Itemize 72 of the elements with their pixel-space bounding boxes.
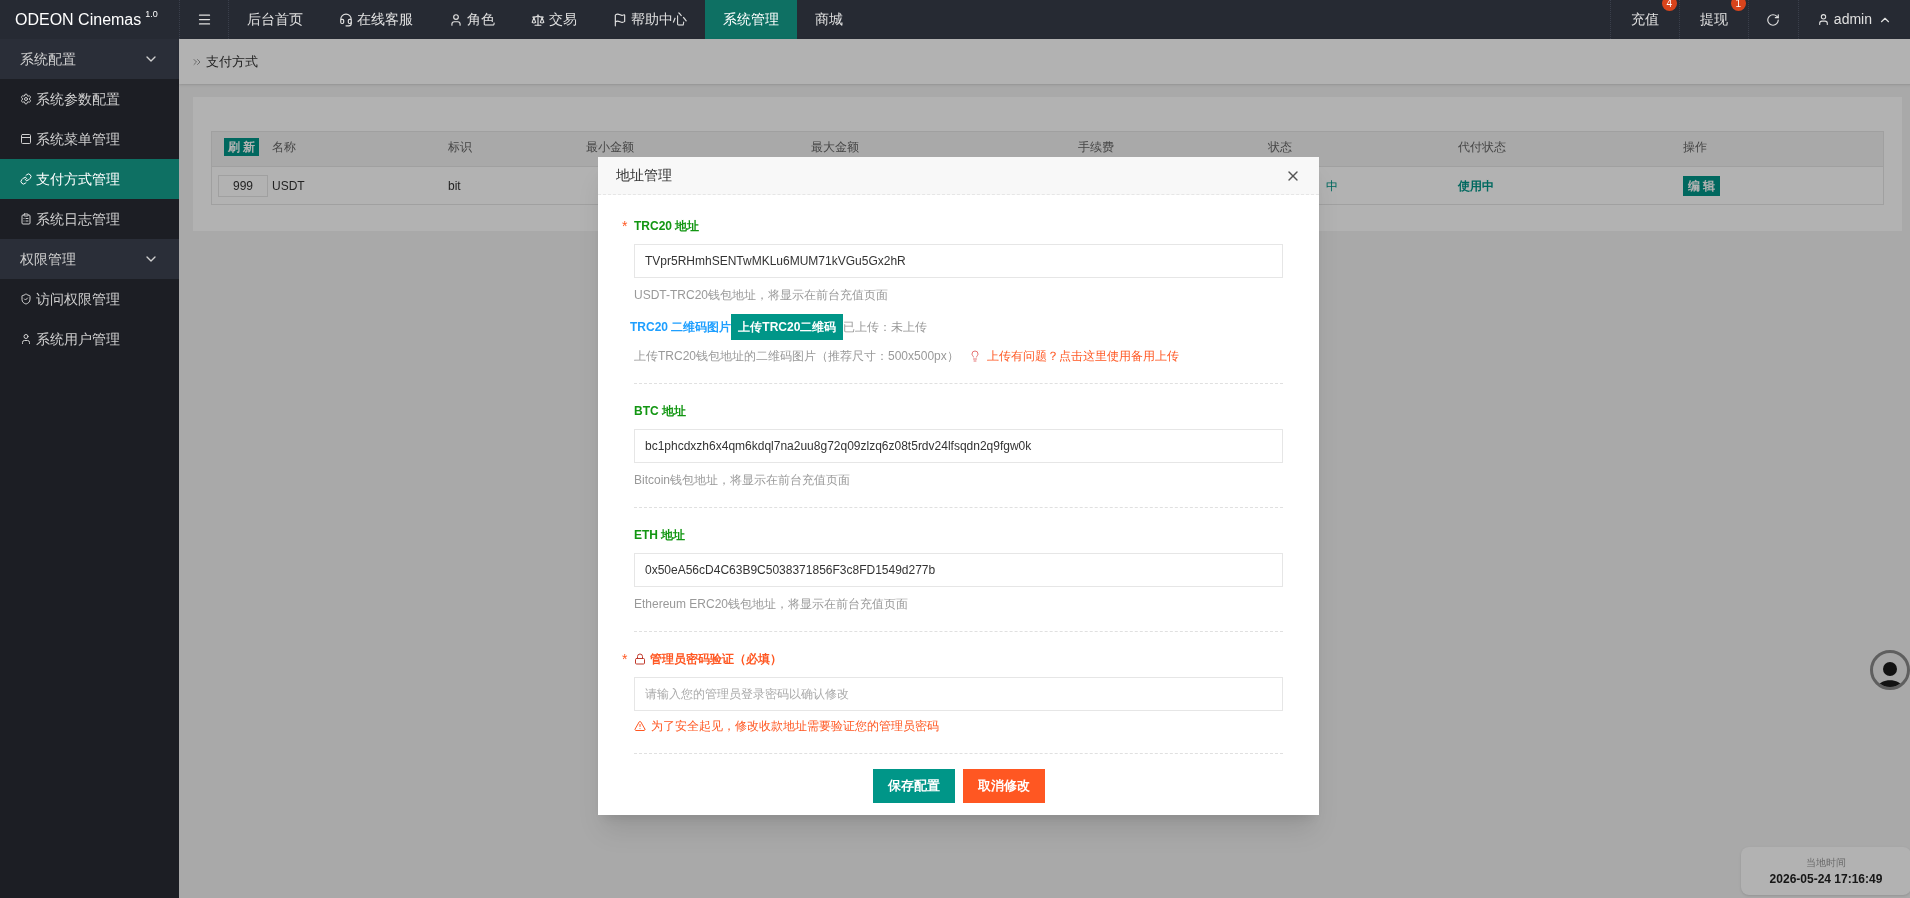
save-button[interactable]: 保存配置 xyxy=(872,769,955,803)
headset-icon xyxy=(339,12,353,27)
column-header: 最大金额 xyxy=(811,139,860,156)
field-label: BTC 地址 xyxy=(634,403,686,420)
menu-icon xyxy=(196,12,212,27)
shield-icon xyxy=(20,293,32,305)
flag-icon xyxy=(613,12,627,27)
warning-icon xyxy=(634,720,646,732)
scale-icon xyxy=(531,12,545,27)
upload-status: 已上传：未上传 xyxy=(843,319,928,336)
field-hint: 上传TRC20钱包地址的二维码图片（推荐尺寸：500x500px） xyxy=(634,348,959,365)
nav-tab[interactable]: 系统管理 xyxy=(705,0,797,39)
field-hint: Bitcoin钱包地址，将显示在前台充值页面 xyxy=(634,472,852,489)
table-cell-text: bit xyxy=(448,177,462,195)
lightbulb-icon xyxy=(968,350,981,362)
column-header: 状态 xyxy=(1268,139,1293,156)
field-label: 管理员密码验证（必填） xyxy=(650,651,782,668)
sidebar-item[interactable]: 系统日志管理 xyxy=(0,199,179,239)
user-icon xyxy=(449,12,463,27)
status-text: 中 xyxy=(1326,178,1338,193)
table-cell-text: USDT xyxy=(272,177,306,195)
sidebar-item[interactable]: 支付方式管理 xyxy=(0,159,179,199)
nav-tab[interactable]: 商城 xyxy=(797,0,861,39)
lock-icon xyxy=(634,653,646,665)
field-hint: Ethereum ERC20钱包地址，将显示在前台充值页面 xyxy=(634,596,910,613)
chat-avatar[interactable] xyxy=(1870,650,1910,690)
sidebar-item[interactable]: 系统菜单管理 xyxy=(0,119,179,159)
column-header: 名称 xyxy=(272,139,297,156)
column-header: 最小金额 xyxy=(586,139,635,156)
user-icon xyxy=(20,333,32,345)
sidebar-item[interactable]: 系统参数配置 xyxy=(0,79,179,119)
sidebar-item[interactable]: 访问权限管理 xyxy=(0,279,179,319)
dialog-title: 地址管理 xyxy=(616,166,672,185)
brand-version: 1.0 xyxy=(145,7,158,21)
nav-tab[interactable]: 交易 xyxy=(513,0,595,39)
count-badge: 1 xyxy=(1730,0,1746,11)
breadcrumb: 支付方式 xyxy=(206,52,258,71)
field-hint: USDT-TRC20钱包地址，将显示在前台充值页面 xyxy=(634,287,889,304)
sidebar-group[interactable]: 权限管理 xyxy=(0,239,179,279)
clock-label: 当地时间 xyxy=(1806,855,1846,870)
warning-text: 为了安全起见，修改收款地址需要验证您的管理员密码 xyxy=(651,718,939,735)
field-label: TRC20 二维码图片 xyxy=(630,319,732,336)
sidebar-item[interactable]: 系统用户管理 xyxy=(0,319,179,359)
nav-tab[interactable]: 后台首页 xyxy=(229,0,321,39)
count-badge: 4 xyxy=(1661,0,1677,11)
clipboard-icon xyxy=(20,213,32,225)
column-header: 操作 xyxy=(1683,139,1708,156)
link-icon xyxy=(20,173,32,185)
sidebar-group[interactable]: 系统配置 xyxy=(0,39,179,79)
required-mark: * xyxy=(622,217,629,236)
brand-name: ODEON Cinemas xyxy=(15,9,142,30)
nav-tab[interactable]: 角色 xyxy=(431,0,513,39)
column-header: 代付状态 xyxy=(1458,139,1507,156)
field-label: ETH 地址 xyxy=(634,527,686,544)
field-label: TRC20 地址 xyxy=(634,218,700,235)
nav-tab[interactable]: 帮助中心 xyxy=(595,0,705,39)
window-icon xyxy=(20,133,32,145)
column-header: 标识 xyxy=(448,139,473,156)
address-field[interactable]: 0x50eA56cD4C63B9C5038371856F3c8FD1549d277b xyxy=(634,553,1283,587)
address-field[interactable]: TVpr5RHmhSENTwMKLu6MUM71kVGu5Gx2hR xyxy=(634,244,1283,278)
upload-button[interactable]: 上传TRC20二维码 xyxy=(731,314,844,340)
status-text: 使用中 xyxy=(1458,177,1495,195)
address-field[interactable]: bc1phcdxzh6x4qm6kdql7na2uu8g72q09zlzq6z08t5rdv24lfsqdn2q9fgw0k xyxy=(634,429,1283,463)
nav-tab[interactable]: 在线客服 xyxy=(321,0,431,39)
sort-field[interactable]: 999 xyxy=(218,174,268,197)
required-mark: * xyxy=(622,650,629,669)
column-header: 手续费 xyxy=(1078,139,1115,156)
password-field[interactable]: 请输入您的管理员登录密码以确认修改 xyxy=(634,677,1283,711)
refresh-icon xyxy=(1766,12,1781,27)
user-icon xyxy=(1816,13,1830,26)
gear-icon xyxy=(20,93,32,105)
clock-time: 2026-05-24 17:16:49 xyxy=(1769,870,1883,888)
